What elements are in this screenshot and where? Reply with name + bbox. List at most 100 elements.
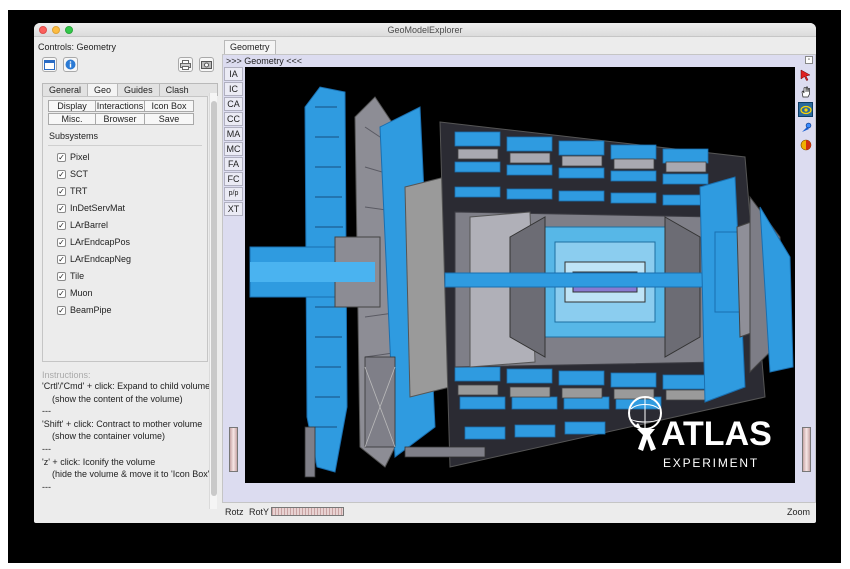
print-button[interactable] xyxy=(178,57,193,72)
viewer-panel: Geometry >>> Geometry <<< ▫ IA IC CA CC … xyxy=(222,37,816,523)
controls-tabs: General Geo Guides Clash Points xyxy=(42,83,218,107)
scrollbar-thumb[interactable] xyxy=(211,101,217,496)
view-button-mc[interactable]: MC xyxy=(224,142,243,156)
subsystem-larendcappos[interactable]: ✓ LArEndcapPos xyxy=(57,236,130,248)
zoom-thumbwheel[interactable] xyxy=(802,427,811,472)
subsystem-label: LArBarrel xyxy=(70,220,109,230)
tab-general[interactable]: General xyxy=(42,83,89,96)
instruction-line: --- xyxy=(42,443,51,454)
view-button-ca[interactable]: CA xyxy=(224,97,243,111)
rotz-thumbwheel[interactable] xyxy=(229,427,238,472)
dock-window-button[interactable] xyxy=(42,57,57,72)
logo-text: ATLAS xyxy=(661,415,772,453)
divider xyxy=(48,145,202,146)
checkbox-checked-icon[interactable]: ✓ xyxy=(57,254,66,264)
roty-label: RotY xyxy=(249,507,270,517)
controls-panel: Controls: Geometry General Geo Guides Cl… xyxy=(34,37,218,523)
seek-icon xyxy=(801,122,811,132)
subsystem-label: TRT xyxy=(70,186,88,196)
roty-thumbwheel[interactable] xyxy=(271,507,344,516)
snapshot-icon xyxy=(201,61,212,69)
subsystem-label: Tile xyxy=(70,271,85,281)
instructions-title: Instructions: xyxy=(42,370,91,380)
checkbox-checked-icon[interactable]: ✓ xyxy=(57,220,66,230)
info-button[interactable] xyxy=(63,57,78,72)
view-button-fa[interactable]: FA xyxy=(224,157,243,171)
subsystem-label: Muon xyxy=(70,288,93,298)
subsystem-sct[interactable]: ✓ SCT xyxy=(57,168,88,180)
tab-geometry[interactable]: Geometry xyxy=(224,40,276,54)
subsystem-indetservmat[interactable]: ✓ InDetServMat xyxy=(57,202,125,214)
checkbox-checked-icon[interactable]: ✓ xyxy=(57,152,66,162)
subsystem-label: LArEndcapNeg xyxy=(70,254,132,264)
save-button[interactable]: Save xyxy=(144,113,194,125)
view-button-ia[interactable]: IA xyxy=(224,67,243,81)
subsystem-larendcapneg[interactable]: ✓ LArEndcapNeg xyxy=(57,253,131,265)
view-button-ma[interactable]: MA xyxy=(224,127,243,141)
instruction-line: (show the container volume) xyxy=(52,431,166,442)
instruction-line: 'Shift' + click: Contract to mother volu… xyxy=(42,418,203,429)
view-button-cc[interactable]: CC xyxy=(224,112,243,126)
viewer-frame: >>> Geometry <<< ▫ IA IC CA CC MA MC FA … xyxy=(222,54,816,503)
subsystem-label: LArEndcapPos xyxy=(70,237,131,247)
display-button[interactable]: Display xyxy=(48,100,96,112)
browser-button[interactable]: Browser xyxy=(95,113,145,125)
view-button-ic[interactable]: IC xyxy=(224,82,243,96)
tab-guides[interactable]: Guides xyxy=(117,83,160,96)
home-icon xyxy=(799,105,812,114)
checkbox-checked-icon[interactable]: ✓ xyxy=(57,169,66,179)
subsystems-label: Subsystems xyxy=(49,131,99,141)
perspective-button[interactable] xyxy=(798,137,813,152)
checkbox-checked-icon[interactable]: ✓ xyxy=(57,203,66,213)
snapshot-button[interactable] xyxy=(199,57,214,72)
window-icon xyxy=(44,59,55,70)
perspective-icon xyxy=(800,139,811,150)
subsystem-pixel[interactable]: ✓ Pixel xyxy=(57,151,90,163)
controls-scrollbar[interactable] xyxy=(209,93,217,509)
instruction-line: 'z' + click: Iconify the volume xyxy=(42,456,156,467)
subsystem-larbarrel[interactable]: ✓ LArBarrel xyxy=(57,219,108,231)
instructions-panel: Instructions: 'Crtl'/'Cmd' + click: Expa… xyxy=(42,370,209,505)
subsystem-trt[interactable]: ✓ TRT xyxy=(57,185,87,197)
subsystem-tile[interactable]: ✓ Tile xyxy=(57,270,84,282)
detach-icon[interactable]: ▫ xyxy=(805,56,813,64)
instruction-line: (hide the volume & move it to 'Icon Box'… xyxy=(52,469,209,480)
logo-subtext: EXPERIMENT xyxy=(663,456,759,470)
subsystem-label: InDetServMat xyxy=(70,203,126,213)
checkbox-checked-icon[interactable]: ✓ xyxy=(57,305,66,315)
icon-box-button[interactable]: Icon Box xyxy=(144,100,194,112)
checkbox-checked-icon[interactable]: ✓ xyxy=(57,288,66,298)
pan-mode-button[interactable] xyxy=(798,84,813,99)
title-bar: GeoModelExplorer xyxy=(34,23,816,37)
print-icon xyxy=(180,59,191,70)
controls-title: Controls: Geometry xyxy=(38,42,117,52)
select-arrow-icon xyxy=(800,69,811,81)
instruction-line: 'Crtl'/'Cmd' + click: Expand to child vo… xyxy=(42,381,209,391)
rotz-label: Rotz xyxy=(225,507,244,517)
app-window: GeoModelExplorer Controls: Geometry Gene… xyxy=(34,23,816,523)
geo-tab-pane: Display Interactions Icon Box Misc. Brow… xyxy=(42,96,208,362)
3d-viewport[interactable]: ATLAS EXPERIMENT xyxy=(245,67,795,483)
viewer-header: >>> Geometry <<< xyxy=(226,56,303,66)
view-button-xt[interactable]: XT xyxy=(224,202,243,216)
tab-geo[interactable]: Geo xyxy=(87,83,119,97)
subsystem-beampipe[interactable]: ✓ BeamPipe xyxy=(57,304,112,316)
subsystem-label: BeamPipe xyxy=(70,305,112,315)
select-mode-button[interactable] xyxy=(798,67,813,82)
instruction-line: --- xyxy=(42,481,51,492)
view-button-pp[interactable]: p/p xyxy=(224,187,243,201)
checkbox-checked-icon[interactable]: ✓ xyxy=(57,186,66,196)
home-view-button[interactable] xyxy=(798,102,813,117)
checkbox-checked-icon[interactable]: ✓ xyxy=(57,237,66,247)
misc-button[interactable]: Misc. xyxy=(48,113,96,125)
seek-button[interactable] xyxy=(798,120,813,135)
subsystem-muon[interactable]: ✓ Muon xyxy=(57,287,93,299)
instruction-line: --- xyxy=(42,406,51,417)
subsystem-label: Pixel xyxy=(70,152,90,162)
pan-hand-icon xyxy=(801,86,810,97)
atlas-detector-render: ATLAS EXPERIMENT xyxy=(249,86,794,478)
interactions-button[interactable]: Interactions xyxy=(95,100,145,112)
view-button-fc[interactable]: FC xyxy=(224,172,243,186)
checkbox-checked-icon[interactable]: ✓ xyxy=(57,271,66,281)
info-icon xyxy=(65,59,76,70)
